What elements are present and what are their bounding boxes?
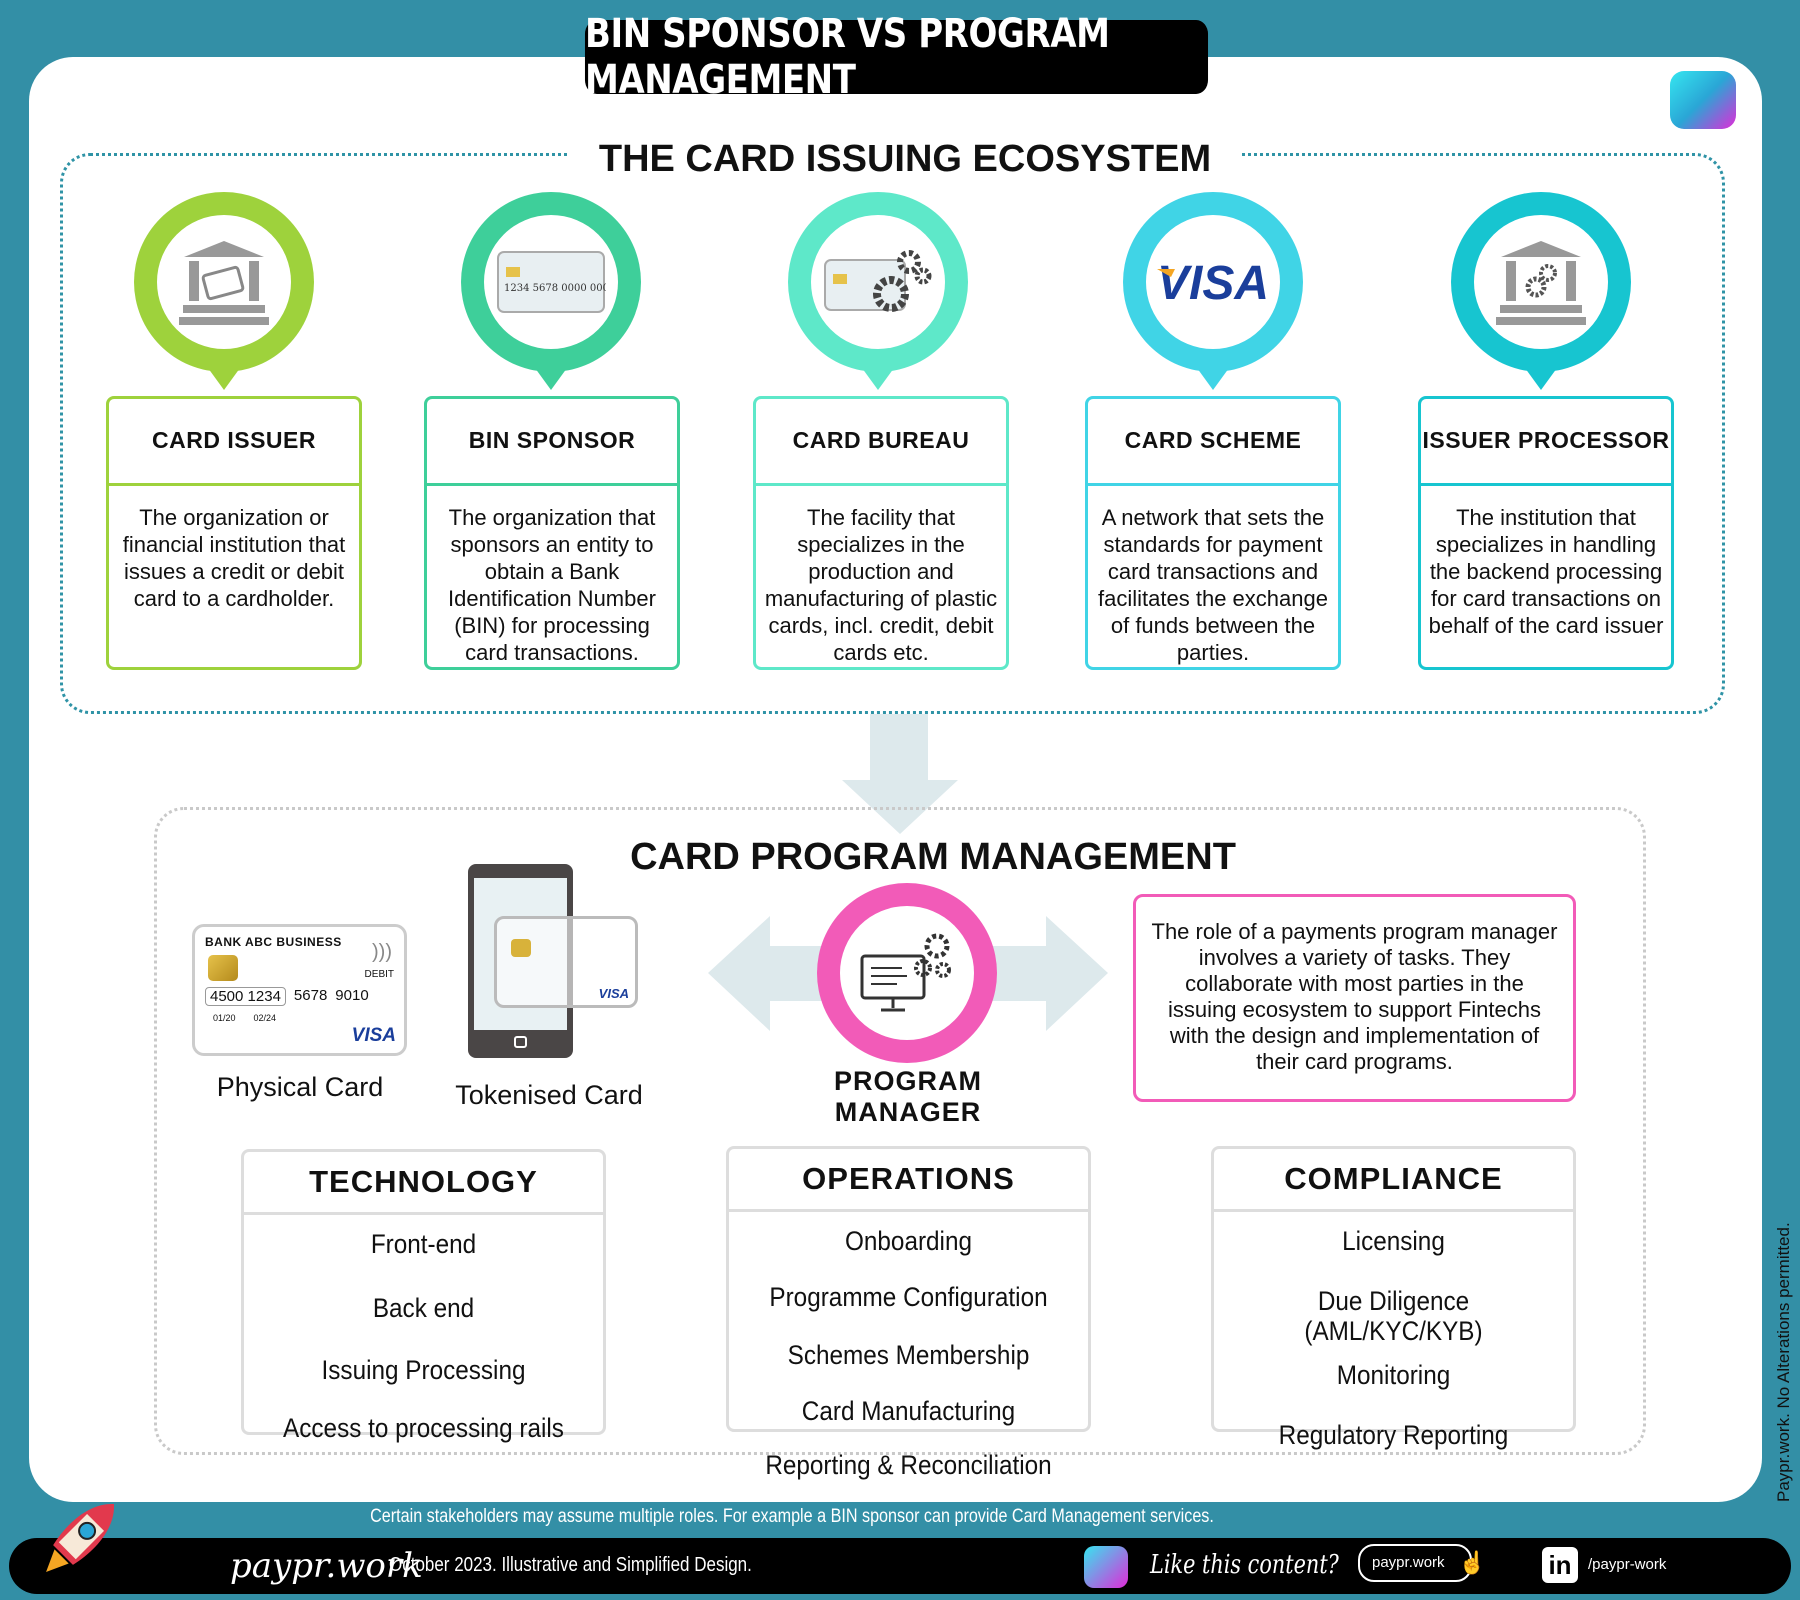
pillar-title: TECHNOLOGY (244, 1152, 603, 1215)
card-number-part: 9010 (335, 987, 369, 1004)
tokenised-card: VISA (494, 916, 638, 1008)
pillar-title: OPERATIONS (729, 1149, 1088, 1212)
card-number-part: 1234 (247, 988, 281, 1005)
role-description: The organization that sponsors an entity… (448, 505, 656, 665)
footnote: Certain stakeholders may assume multiple… (370, 1506, 1214, 1527)
role-description: A network that sets the standards for pa… (1098, 505, 1328, 665)
computer-gears-icon (860, 933, 951, 1012)
pin-pointer (535, 368, 567, 390)
pillar-item: Card Manufacturing (801, 1396, 1016, 1426)
footer-date-note: October 2023. Illustrative and Simplifie… (389, 1554, 752, 1576)
role-card: CARD BUREAU The facility that specializes… (753, 396, 1009, 670)
paypr-logo[interactable] (1670, 71, 1736, 129)
card-date: 01/20 (213, 1013, 236, 1023)
pillar-technology: TECHNOLOGY Front-end Back end Issuing Proce… (241, 1149, 606, 1443)
visa-logo: VISA (351, 1025, 396, 1046)
pillar-item: Access to processing rails (283, 1413, 564, 1443)
role-card: ISSUER PROCESSOR The institution that spe… (1418, 396, 1674, 670)
card-icon: 1234 5678 0000 0000 (484, 215, 618, 349)
watermark: Paypr.work. No Alterations permitted. (1774, 1222, 1793, 1502)
pointer-hand-icon: ☝ (1458, 1550, 1486, 1575)
pillar-item: Regulatory Reporting (1278, 1420, 1509, 1450)
card-dates: 01/20 02/24 (213, 1013, 276, 1023)
card-number-part: 5678 (293, 987, 328, 1004)
tokenised-card-label: Tokenised Card (455, 1080, 643, 1110)
rocket-icon (46, 1504, 114, 1572)
role-description: The facility that specializes in the pro… (764, 505, 998, 665)
pillar-item: Front-end (370, 1229, 477, 1259)
role-title: BIN SPONSOR (427, 399, 677, 486)
visa-logo: VISA (1146, 215, 1280, 349)
pillar-item: Licensing (1342, 1226, 1445, 1256)
role-title: ISSUER PROCESSOR (1421, 399, 1671, 486)
pillar-item: Onboarding (844, 1226, 972, 1256)
card-type: DEBIT (364, 969, 394, 980)
paypr-logo[interactable] (1084, 1546, 1128, 1588)
pin-pointer (862, 368, 894, 390)
role-description: The organization or financial institutio… (122, 505, 346, 611)
pillar-item: Schemes Membership (787, 1340, 1030, 1370)
pillar-item: Issuing Processing (321, 1355, 526, 1385)
pin-pointer (1525, 368, 1557, 390)
pillar-item: Programme Configuration (769, 1282, 1048, 1312)
role-description: The institution that specializes in hand… (1428, 505, 1664, 638)
role-circle-4 (1451, 192, 1631, 372)
pillar-item: Monitoring (1336, 1360, 1451, 1390)
chip-icon (511, 939, 531, 957)
physical-card-label: Physical Card (216, 1072, 384, 1102)
card-number: 4500 1234 5678 9010 (205, 987, 369, 1006)
visa-logo: VISA (598, 986, 629, 1001)
role-circle-1: 1234 5678 0000 0000 (461, 192, 641, 372)
card-bank-name: BANK ABC BUSINESS (205, 935, 342, 949)
footer-cta: Like this content? (1150, 1550, 1339, 1580)
role-circle-3: VISA (1123, 192, 1303, 372)
linkedin-icon[interactable]: in (1542, 1547, 1578, 1583)
chip-icon (208, 955, 238, 981)
physical-card: BANK ABC BUSINESS ))) DEBIT 4500 1234 567… (192, 924, 407, 1056)
program-manager-label: PROGRAM MANAGER (834, 1066, 982, 1127)
program-manager-description: The role of a payments program manager i… (1133, 894, 1576, 1102)
card-gears-icon (811, 215, 945, 349)
pillar-item: Reporting & Reconciliation (765, 1450, 1052, 1480)
card-number-text: 1234 5678 0000 0000 (504, 283, 606, 294)
role-circle-0 (134, 192, 314, 372)
pin-pointer (208, 368, 240, 390)
role-card: CARD SCHEME A network that sets the stand… (1085, 396, 1341, 670)
pin-pointer (1197, 368, 1229, 390)
website-button-label: paypr.work (1372, 1554, 1445, 1571)
linkedin-handle[interactable]: /paypr-work (1588, 1556, 1666, 1573)
page-title: BIN SPONSOR VS PROGRAM MANAGEMENT (584, 11, 1209, 103)
pillar-title: COMPLIANCE (1214, 1149, 1573, 1212)
pillar-item: Back end (372, 1293, 475, 1323)
pillar-item: Due Diligence (AML/KYC/KYB) (1304, 1286, 1483, 1346)
pillar-compliance: COMPLIANCE Licensing Due Diligence (AML/KY… (1211, 1146, 1576, 1450)
svg-text:VISA: VISA (1157, 257, 1269, 307)
program-manager-circle (817, 883, 997, 1063)
role-circle-2 (788, 192, 968, 372)
role-title: CARD ISSUER (109, 399, 359, 486)
role-card: BIN SPONSOR The organization that sponsor… (424, 396, 680, 670)
ecosystem-heading: THE CARD ISSUING ECOSYSTEM (568, 138, 1242, 181)
website-button[interactable]: paypr.work ☝ (1358, 1544, 1486, 1582)
role-card: CARD ISSUER The organization or financial… (106, 396, 362, 670)
role-title: CARD SCHEME (1088, 399, 1338, 486)
role-title: CARD BUREAU (756, 399, 1006, 486)
down-arrow-icon (870, 714, 928, 782)
card-date: 02/24 (253, 1013, 277, 1023)
bank-gear-icon (1474, 215, 1608, 349)
program-heading: CARD PROGRAM MANAGEMENT (630, 836, 1236, 878)
pillar-operations: OPERATIONS Onboarding Programme Configurat… (726, 1146, 1091, 1480)
bank-cards-icon (157, 215, 291, 349)
contactless-icon: ))) (372, 941, 392, 963)
card-number-part: 4500 (210, 988, 244, 1005)
